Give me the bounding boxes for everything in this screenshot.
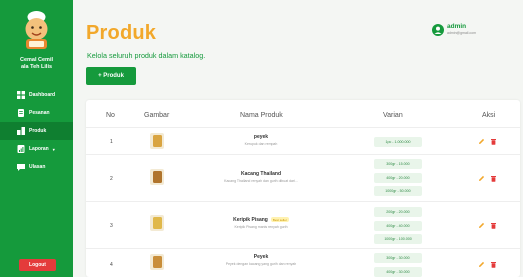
row-no: 2 — [110, 176, 113, 182]
sidebar-item-label: Ulasan — [29, 164, 46, 170]
product-pack — [152, 217, 162, 229]
product-name: Peyek — [253, 254, 269, 260]
row-actions — [478, 261, 502, 268]
variant-list: 200gr - 20.000 400gr - 40.000 1000gr - 1… — [374, 207, 422, 248]
variant-chip: 300gr - 15.000 — [374, 159, 422, 169]
page-subtitle: Kelola seluruh produk dalam katalog. — [87, 51, 206, 60]
variant-list: 1pc - 1.000.000 — [374, 137, 422, 151]
delete-icon[interactable] — [490, 222, 497, 229]
review-icon — [17, 163, 25, 171]
sidebar-item-label: Produk — [29, 128, 47, 134]
row-no: 4 — [110, 262, 113, 268]
product-name-row: Keripik Pisang Best seller — [196, 217, 326, 223]
row-actions — [478, 138, 502, 145]
sidebar-item-label: Dashboard — [29, 92, 56, 98]
product-image — [150, 254, 164, 270]
product-name-cell: peyek Kerupuk dan rempah — [196, 134, 326, 146]
delete-icon[interactable] — [490, 138, 497, 145]
table-row: 2 Kacang Thailand Kacang Thailand renyah… — [86, 154, 520, 200]
variant-chip: 400gr - 20.000 — [374, 172, 422, 183]
product-name-cell: Keripik Pisang Best seller Keripik Pisang… — [196, 217, 326, 229]
variant-chip: 1000gr - 50.000 — [374, 186, 422, 196]
sidebar: Cemal Cemil ala Teh Lilis Dashboard Pesan… — [0, 0, 73, 277]
sidebar-item-pesanan[interactable]: Pesanan — [0, 104, 73, 122]
product-desc: Kerupuk dan rempah — [244, 142, 278, 146]
product-table: No Gambar Nama Produk Varian Aksi 1 peye… — [86, 100, 520, 277]
variant-chip: 300gr - 30.000 — [374, 253, 422, 263]
sidebar-item-dashboard[interactable]: Dashboard — [0, 86, 73, 104]
product-pack — [152, 256, 162, 268]
product-name: peyek — [253, 134, 269, 140]
products-icon — [17, 127, 25, 135]
col-image: Gambar — [144, 112, 170, 119]
product-name: Kacang Thailand — [240, 171, 281, 177]
user-avatar-icon — [432, 24, 444, 36]
edit-icon[interactable] — [478, 261, 485, 268]
variant-list: 300gr - 30.000 400gr - 30.000 — [374, 253, 422, 277]
product-desc: Kacang Thailand renyah dan gurih dibuat … — [224, 179, 298, 183]
variant-chip: 200gr - 20.000 — [374, 207, 422, 217]
add-product-button[interactable]: + Produk — [86, 67, 136, 85]
user-email: admin@gmail.com — [447, 31, 477, 35]
sidebar-item-ulasan[interactable]: Ulasan — [0, 158, 73, 176]
col-name: Nama Produk — [240, 112, 283, 119]
variant-chip: 400gr - 30.000 — [374, 266, 422, 277]
product-desc: Peyek dengan kacang yang gurih dan renya… — [225, 262, 297, 266]
product-name: Keripik Pisang — [233, 217, 268, 223]
user-menu[interactable]: admin admin@gmail.com — [432, 23, 477, 36]
edit-icon[interactable] — [478, 222, 485, 229]
product-name-cell: Kacang Thailand Kacang Thailand renyah d… — [196, 171, 326, 183]
sidebar-nav: Dashboard Pesanan Produk Laporan ▾ Ulasa… — [0, 86, 73, 176]
dashboard-icon — [17, 91, 25, 99]
edit-icon[interactable] — [478, 175, 485, 182]
table-row: 1 peyek Kerupuk dan rempah 1pc - 1.000.0… — [86, 127, 520, 153]
brand-logo — [20, 8, 53, 50]
col-no: No — [106, 112, 115, 119]
product-image — [150, 169, 164, 185]
row-no: 1 — [110, 139, 113, 145]
table-row: 4 Peyek Peyek dengan kacang yang gurih d… — [86, 248, 520, 277]
brand-name: Cemal Cemil ala Teh Lilis — [0, 57, 73, 71]
sidebar-item-label: Laporan — [29, 146, 49, 152]
table-row: 3 Keripik Pisang Best seller Keripik Pisa… — [86, 201, 520, 247]
product-name-cell: Peyek Peyek dengan kacang yang gurih dan… — [196, 254, 326, 266]
product-image — [150, 133, 164, 149]
row-actions — [478, 175, 502, 182]
status-badge: Best seller — [270, 217, 289, 223]
product-pack — [152, 135, 162, 147]
variant-chip: 1pc - 1.000.000 — [374, 137, 422, 147]
variant-chip: 1000gr - 100.000 — [374, 234, 422, 244]
product-image — [150, 215, 164, 231]
logout-button[interactable]: Logout — [19, 259, 56, 271]
edit-icon[interactable] — [478, 138, 485, 145]
orders-icon — [17, 109, 25, 117]
sidebar-item-produk[interactable]: Produk — [0, 122, 73, 140]
sidebar-item-label: Pesanan — [29, 110, 50, 116]
col-variant: Varian — [383, 112, 403, 119]
variant-chip: 400gr - 40.000 — [374, 220, 422, 231]
variant-list: 300gr - 15.000 400gr - 20.000 1000gr - 5… — [374, 159, 422, 200]
chevron-down-icon: ▾ — [52, 146, 55, 152]
delete-icon[interactable] — [490, 175, 497, 182]
page-title: Produk — [86, 22, 157, 44]
table-header: No Gambar Nama Produk Varian Aksi — [86, 108, 520, 126]
brand-line: Cemal Cemil ala Teh Lilis — [19, 57, 53, 70]
delete-icon[interactable] — [490, 261, 497, 268]
col-action: Aksi — [482, 112, 496, 119]
product-desc: Keripik Pisang manis renyah gurih — [234, 225, 288, 229]
sidebar-item-laporan[interactable]: Laporan ▾ — [0, 140, 73, 158]
user-meta: admin admin@gmail.com — [447, 23, 477, 36]
row-actions — [478, 222, 502, 229]
product-pack — [152, 171, 162, 183]
report-icon — [17, 145, 25, 153]
row-no: 3 — [110, 223, 113, 229]
